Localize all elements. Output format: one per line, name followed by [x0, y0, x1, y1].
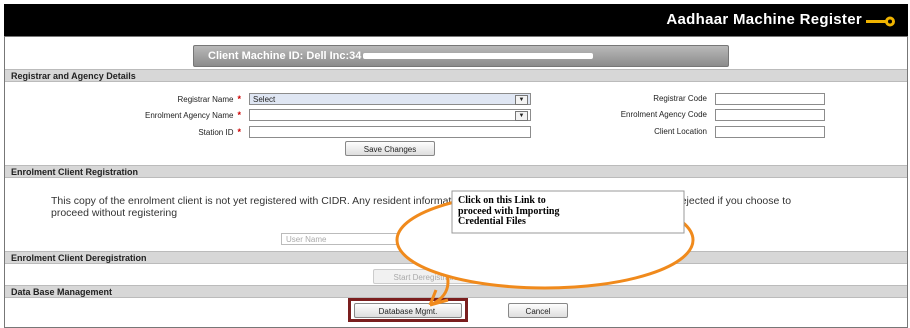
callout-line-3: Credential Files — [458, 216, 526, 227]
callout-line-1: Click on this Link to — [458, 195, 546, 206]
callout-bubble — [395, 190, 695, 307]
callout-text: Click on this Link to proceed with Impor… — [458, 195, 678, 228]
